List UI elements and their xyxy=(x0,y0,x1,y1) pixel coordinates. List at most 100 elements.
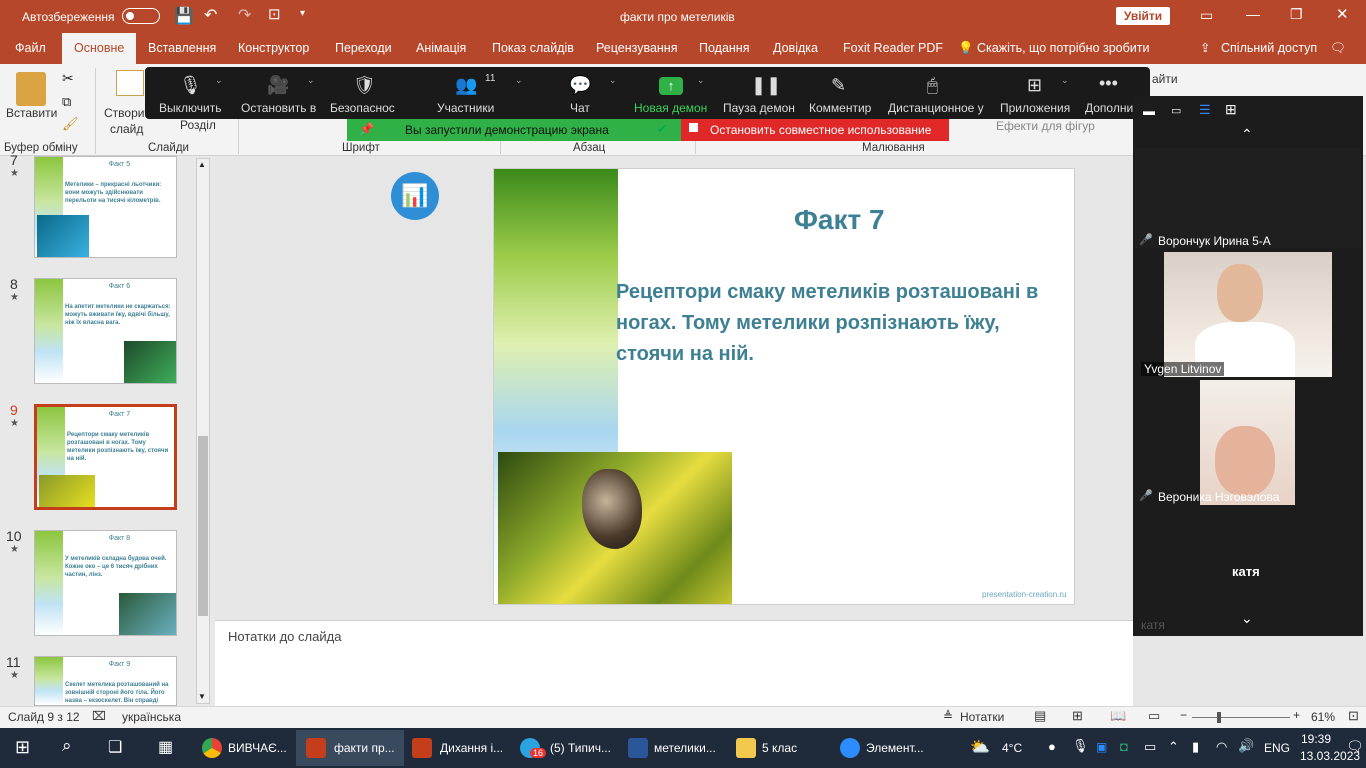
zoom-level[interactable]: 61% xyxy=(1311,710,1335,724)
chevron-down-icon[interactable]: ⌄ xyxy=(697,75,705,86)
copy-icon[interactable]: ⧉ xyxy=(62,94,71,110)
menu-view[interactable]: Подання xyxy=(699,33,749,64)
fit-to-window-icon[interactable]: ⊡ xyxy=(1348,708,1359,724)
presenter-coach-icon[interactable]: 📊 xyxy=(391,172,439,220)
menu-insert[interactable]: Вставлення xyxy=(148,33,216,64)
tell-me-search[interactable]: Скажіть, що потрібно зробити xyxy=(977,33,1150,64)
task-view-icon[interactable]: ❏ xyxy=(108,737,122,757)
share-screen-icon[interactable]: ↑ xyxy=(659,77,683,95)
microphone-tray-icon[interactable]: 🎙 xyxy=(1072,738,1089,754)
taskbar-powerpoint-1[interactable]: факти пр... xyxy=(334,741,395,755)
video-camera-icon[interactable]: 🎥 xyxy=(267,75,289,96)
powerpoint-icon[interactable] xyxy=(306,738,326,758)
present-icon[interactable]: ⊡ xyxy=(268,5,281,23)
zoom-slider-thumb[interactable] xyxy=(1217,712,1221,723)
notes-toggle[interactable]: Нотатки xyxy=(960,710,1004,724)
pencil-icon[interactable]: ✎ xyxy=(831,75,846,96)
ribbon-display-icon[interactable]: ▭ xyxy=(1200,7,1213,24)
windows-start-icon[interactable]: ⊞ xyxy=(15,737,30,758)
chevron-down-icon[interactable]: ⌄ xyxy=(1061,75,1069,86)
mute-button[interactable]: Выключить xyxy=(159,101,221,115)
powerpoint-icon[interactable] xyxy=(412,738,432,758)
chat-icon[interactable]: 💬 xyxy=(569,75,591,96)
new-slide-icon[interactable] xyxy=(116,70,144,96)
paste-label[interactable]: Вставити xyxy=(6,106,57,120)
scroll-up-chevron-icon[interactable]: ⌃ xyxy=(1241,126,1253,143)
slide-thumbnail[interactable]: Факт 8 У метеликів складна будова очей. … xyxy=(34,530,177,636)
spellcheck-icon[interactable]: ⌧ xyxy=(92,709,106,723)
tray-app-icon[interactable]: ● xyxy=(1048,739,1056,754)
restore-icon[interactable]: ❐ xyxy=(1290,6,1303,23)
new-slide-label-2[interactable]: слайд xyxy=(110,122,143,136)
customize-qat-icon[interactable]: ▾ xyxy=(300,8,305,19)
scrollbar-thumb[interactable] xyxy=(198,436,208,616)
security-button[interactable]: Безопаснос xyxy=(330,101,395,115)
folder-icon[interactable] xyxy=(736,738,756,758)
taskbar-telegram[interactable]: (5) Типич... xyxy=(550,741,611,755)
tray-icon[interactable]: ▭ xyxy=(1144,739,1156,755)
close-icon[interactable]: ✕ xyxy=(1336,5,1349,23)
menu-file[interactable]: Файл xyxy=(15,33,46,64)
mouse-icon[interactable]: 🖱 xyxy=(927,75,938,96)
taskbar-powerpoint-2[interactable]: Дихання і... xyxy=(440,741,503,755)
chevron-down-icon[interactable]: ⌄ xyxy=(609,75,617,86)
apps-button[interactable]: Приложения xyxy=(1000,101,1070,115)
chevron-down-icon[interactable]: ⌄ xyxy=(215,75,223,86)
paste-icon[interactable] xyxy=(16,72,46,106)
undo-icon[interactable]: ↶ xyxy=(204,5,217,25)
pause-icon[interactable]: ❚❚ xyxy=(751,75,781,96)
stop-share-button[interactable]: Остановить совместное использование xyxy=(681,119,949,141)
chevron-down-icon[interactable]: ⌄ xyxy=(515,75,523,86)
cut-icon[interactable]: ✂ xyxy=(62,70,74,87)
chevron-down-icon[interactable]: ⌄ xyxy=(307,75,315,86)
notes-icon[interactable]: ≜ xyxy=(943,709,953,723)
pin-icon[interactable]: 📌 xyxy=(359,122,374,136)
autosave-toggle[interactable] xyxy=(122,8,160,24)
scroll-up-icon[interactable]: ▲ xyxy=(198,160,206,169)
scroll-down-chevron-icon[interactable]: ⌄ xyxy=(1241,610,1253,627)
taskbar-chrome[interactable]: ВИВЧАЄ... xyxy=(228,741,287,755)
slideshow-view-icon[interactable]: ▭ xyxy=(1148,708,1160,724)
taskbar-zoom[interactable]: Элемент... xyxy=(866,741,924,755)
menu-foxit[interactable]: Foxit Reader PDF xyxy=(843,33,943,64)
input-language[interactable]: ENG xyxy=(1264,741,1290,755)
find-button[interactable]: айти xyxy=(1152,72,1178,86)
sign-in-button[interactable]: Увійти xyxy=(1116,7,1170,25)
battery-icon[interactable]: ▮ xyxy=(1192,739,1199,755)
stop-video-button[interactable]: Остановить в xyxy=(241,101,316,115)
zoom-slider[interactable] xyxy=(1192,717,1290,718)
zoom-tray-icon[interactable]: ▣ xyxy=(1096,740,1107,754)
save-icon[interactable]: 💾 xyxy=(174,6,194,26)
section-button[interactable]: Розділ xyxy=(180,118,216,132)
comments-icon[interactable]: 🗨 xyxy=(1330,33,1346,64)
notes-pane[interactable]: Нотатки до слайда xyxy=(215,620,1133,706)
clock-time[interactable]: 19:39 xyxy=(1301,732,1331,746)
language-indicator[interactable]: українська xyxy=(122,710,181,724)
slide-thumbnail[interactable]: Факт 9 Скелет метелика розташований на з… xyxy=(34,656,177,706)
slide-thumbnail-selected[interactable]: Факт 7 Рецептори смаку метеликів розташо… xyxy=(34,404,177,510)
gallery-view-icon[interactable]: ⊞ xyxy=(1225,101,1237,118)
menu-transitions[interactable]: Переходи xyxy=(335,33,392,64)
calculator-icon[interactable]: ▦ xyxy=(158,737,173,757)
apps-icon[interactable]: ⊞ xyxy=(1027,75,1042,96)
word-icon[interactable] xyxy=(628,738,648,758)
menu-home[interactable]: Основне xyxy=(62,33,137,64)
slide-sorter-icon[interactable]: ⊞ xyxy=(1072,708,1083,724)
annotate-button[interactable]: Комментир xyxy=(809,101,871,115)
minimize-icon[interactable]: — xyxy=(1246,6,1260,22)
filmstrip-view-icon[interactable]: ☰ xyxy=(1199,102,1211,118)
zoom-icon[interactable] xyxy=(840,738,860,758)
participants-button[interactable]: Участники xyxy=(437,101,494,115)
chrome-icon[interactable] xyxy=(202,738,222,758)
shield-icon[interactable]: 🛡 xyxy=(353,75,376,96)
taskbar-word[interactable]: метелики... xyxy=(654,741,716,755)
chat-button[interactable]: Чат xyxy=(570,101,590,115)
shape-effects-button[interactable]: Ефекти для фігур xyxy=(996,119,1095,133)
volume-icon[interactable]: 🔊 xyxy=(1238,738,1254,754)
notifications-icon[interactable]: 🗨 xyxy=(1346,738,1364,755)
normal-view-icon[interactable]: ▤ xyxy=(1034,708,1046,724)
weather-icon[interactable]: ⛅ xyxy=(970,737,990,757)
pause-share-button[interactable]: Пауза демон xyxy=(723,101,795,115)
more-icon[interactable]: ••• xyxy=(1099,73,1118,94)
share-button[interactable]: Спільний доступ xyxy=(1221,33,1317,64)
